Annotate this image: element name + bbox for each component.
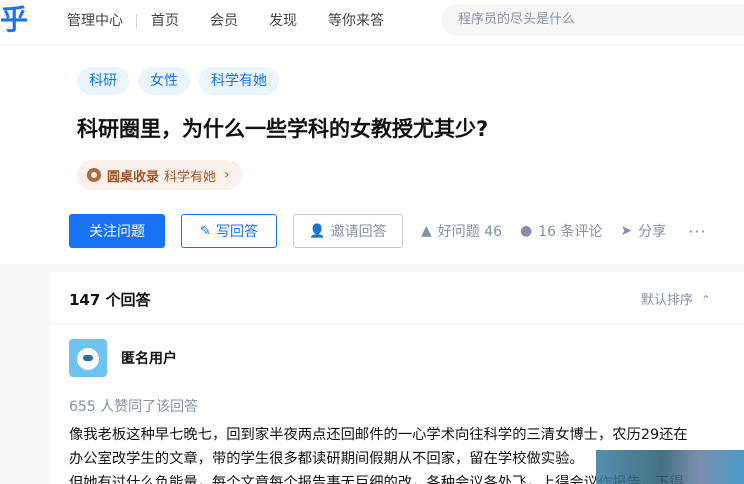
share-button[interactable]: ➤ 分享: [621, 221, 667, 241]
roundtable-collection-link[interactable]: 圆桌收录 科学有她 ›: [77, 160, 242, 190]
main-nav: 管理中心 首页 会员 发现 等你来答: [67, 11, 415, 31]
topic-tag[interactable]: 女性: [138, 67, 190, 95]
more-options-button[interactable]: ···: [688, 222, 706, 241]
nav-waiting-answers[interactable]: 等你来答: [328, 11, 384, 31]
answer-author: 匿名用户: [69, 339, 177, 377]
nav-discover[interactable]: 发现: [269, 11, 297, 31]
sort-icon: ⌃: [701, 293, 712, 307]
nav-membership[interactable]: 会员: [210, 11, 238, 31]
author-name[interactable]: 匿名用户: [121, 348, 177, 368]
chevron-right-icon: ›: [224, 167, 230, 183]
thumb-up-icon: ▲: [421, 223, 432, 239]
invite-answer-label: 邀请回答: [330, 224, 387, 240]
roundtable-icon: [87, 168, 101, 182]
share-label: 分享: [638, 224, 667, 240]
nav-manage-center[interactable]: 管理中心: [67, 11, 123, 31]
sort-dropdown[interactable]: 默认排序 ⌃: [641, 289, 711, 308]
question-title: 科研圈里，为什么一些学科的女教授尤其少?: [77, 117, 489, 141]
top-navigation-bar: 乎 管理中心 首页 会员 发现 等你来答 程序员的尽头是什么: [0, 0, 744, 44]
share-icon: ➤: [620, 223, 633, 239]
comments-label: 16 条评论: [538, 224, 603, 240]
comment-icon: ●: [520, 223, 533, 239]
nav-home[interactable]: 首页: [151, 11, 179, 31]
topic-list: 科研 女性 科学有她: [77, 67, 288, 95]
invite-answer-button[interactable]: 👤 邀请回答: [293, 214, 403, 248]
good-question-button[interactable]: ▲ 好问题 46: [421, 221, 502, 241]
good-question-label: 好问题 46: [437, 224, 503, 240]
question-header: 科研 女性 科学有她 科研圈里，为什么一些学科的女教授尤其少? 圆桌收录 科学有…: [0, 46, 744, 264]
user-plus-icon: 👤: [309, 223, 326, 239]
comments-button[interactable]: ● 16 条评论: [520, 221, 602, 241]
collection-label: 圆桌收录: [107, 169, 160, 185]
follow-question-button[interactable]: 关注问题: [69, 214, 165, 248]
write-answer-button[interactable]: ✎ 写回答: [181, 214, 277, 248]
search-input[interactable]: 程序员的尽头是什么: [441, 4, 744, 36]
pencil-icon: ✎: [200, 223, 211, 239]
vote-summary: 655 人赞同了该回答: [69, 399, 199, 415]
avatar[interactable]: [69, 339, 107, 377]
answers-header: 147 个回答 默认排序 ⌃: [49, 272, 744, 324]
answer-line: 像我老板这种早七晚七，回到家半夜两点还回邮件的一心学术向往科学的三清女博士，农历…: [69, 427, 688, 443]
topic-tag[interactable]: 科学有她: [199, 67, 279, 95]
write-answer-label: 写回答: [215, 224, 258, 240]
question-actions: 关注问题 ✎ 写回答 👤 邀请回答 ▲ 好问题 46 ● 16 条评论 ➤ 分享…: [69, 214, 707, 248]
answer-count: 147 个回答: [69, 291, 151, 309]
collection-name: 科学有她: [164, 169, 217, 185]
zhihu-logo[interactable]: 乎: [0, 4, 30, 36]
nav-divider: [136, 14, 137, 28]
floating-overlay-widget: [596, 450, 744, 484]
topic-tag[interactable]: 科研: [77, 67, 129, 95]
sort-label: 默认排序: [641, 293, 694, 308]
